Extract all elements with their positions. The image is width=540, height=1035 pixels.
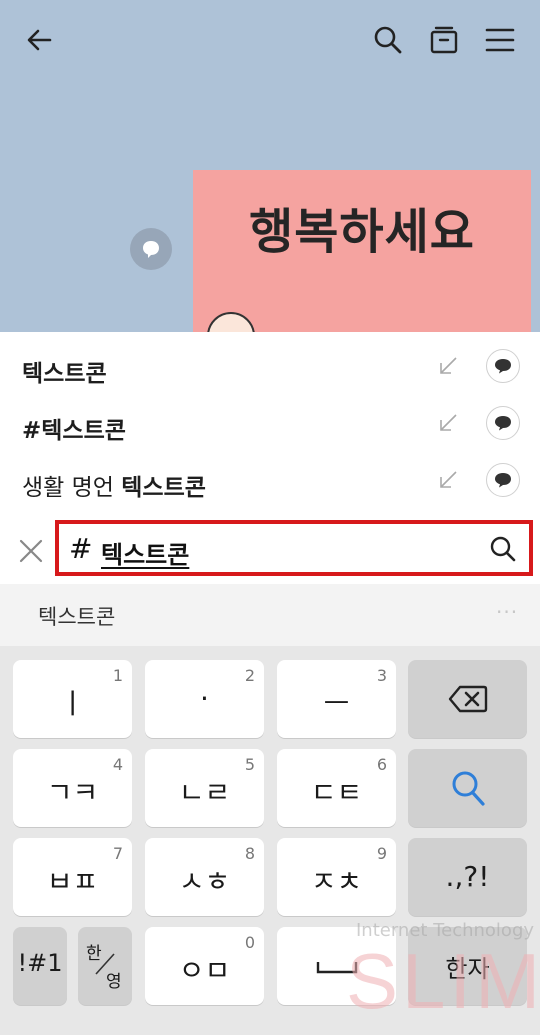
- insert-arrow-icon[interactable]: [436, 411, 460, 435]
- symbols-key[interactable]: !#1: [13, 927, 67, 1005]
- key-label: ·: [200, 682, 209, 715]
- result-label: #텍스트콘: [22, 418, 126, 444]
- key-digeut[interactable]: 6 ㄷㅌ: [277, 749, 396, 827]
- share-bubble-button[interactable]: [130, 228, 172, 270]
- key-label: 영: [106, 972, 122, 992]
- space-key[interactable]: [277, 927, 396, 1005]
- result-item[interactable]: 텍스트콘: [0, 340, 540, 396]
- back-arrow-icon[interactable]: [24, 24, 56, 56]
- search-icon[interactable]: [372, 24, 404, 56]
- speech-bubble-icon: [495, 416, 511, 431]
- speech-bubble-icon: [495, 359, 511, 374]
- key-giyeok[interactable]: 4 ㄱㅋ: [13, 749, 132, 827]
- speech-bubble-icon: [495, 473, 511, 488]
- key-siot[interactable]: 8 ㅅㅎ: [145, 838, 264, 916]
- key-bieup[interactable]: 7 ㅂㅍ: [13, 838, 132, 916]
- key-label: 한자: [445, 955, 490, 983]
- result-label: 생활 명언 텍스트콘: [22, 475, 206, 501]
- search-icon[interactable]: [489, 535, 517, 563]
- search-results: 텍스트콘 #텍스트콘 생활 명언 텍스트콘: [0, 332, 540, 522]
- preview-chat-button[interactable]: [486, 463, 520, 497]
- key-label: ㅂㅍ: [46, 865, 99, 898]
- key-i[interactable]: 1 ㅣ: [13, 660, 132, 738]
- emoticon-text: 행복하세요: [249, 204, 475, 260]
- hanja-key[interactable]: 한자: [408, 927, 527, 1005]
- keyboard: 1 ㅣ 2 · 3 ㅡ 4 ㄱㅋ 5 ㄴㄹ 6 ㄷㅌ 7 ㅂㅍ 8 ㅅㅎ 9 ㅈ…: [0, 646, 540, 1035]
- emoticon-search-bar: # 텍스트콘: [0, 518, 540, 584]
- key-label: .,?!: [445, 860, 490, 893]
- preview-chat-button[interactable]: [486, 349, 520, 383]
- emoticon-character: [207, 312, 255, 332]
- key-label: ㅇㅁ: [178, 954, 231, 987]
- space-icon: [316, 962, 358, 974]
- key-eu[interactable]: 3 ㅡ: [277, 660, 396, 738]
- key-jieut[interactable]: 9 ㅈㅊ: [277, 838, 396, 916]
- punctuation-key[interactable]: .,?!: [408, 838, 527, 916]
- suggestion-bar: 텍스트콘 ···: [0, 584, 540, 646]
- search-query: 텍스트콘: [101, 541, 190, 569]
- key-label: ㄴㄹ: [178, 776, 231, 809]
- more-icon[interactable]: ···: [496, 600, 518, 624]
- suggestion-word[interactable]: 텍스트콘: [38, 601, 115, 631]
- backspace-icon: [448, 685, 488, 713]
- menu-icon[interactable]: [484, 24, 516, 56]
- key-label: ㅈㅊ: [310, 865, 363, 898]
- language-switch-key[interactable]: 한 영: [78, 927, 132, 1005]
- key-ieung[interactable]: 0 ㅇㅁ: [145, 927, 264, 1005]
- key-label: !#1: [17, 949, 63, 977]
- insert-arrow-icon[interactable]: [436, 468, 460, 492]
- key-label: ㅣ: [59, 687, 86, 720]
- search-input[interactable]: # 텍스트콘: [55, 520, 533, 576]
- hashtag-prefix: #: [69, 532, 93, 565]
- search-icon: [452, 771, 485, 806]
- result-item[interactable]: #텍스트콘: [0, 397, 540, 453]
- result-item[interactable]: 생활 명언 텍스트콘: [0, 454, 540, 510]
- insert-arrow-icon[interactable]: [436, 354, 460, 378]
- preview-chat-button[interactable]: [486, 406, 520, 440]
- key-label: ㅅㅎ: [178, 865, 231, 898]
- key-label: ㅡ: [323, 687, 350, 720]
- key-label: ㄱㅋ: [46, 776, 99, 809]
- key-nieun[interactable]: 5 ㄴㄹ: [145, 749, 264, 827]
- drawer-icon[interactable]: [428, 24, 460, 56]
- speech-bubble-icon: [143, 241, 159, 258]
- result-label: 텍스트콘: [22, 361, 107, 387]
- backspace-key[interactable]: [408, 660, 527, 738]
- key-dot[interactable]: 2 ·: [145, 660, 264, 738]
- key-label: ㄷㅌ: [310, 776, 363, 809]
- search-key[interactable]: [408, 749, 527, 827]
- emoticon-message[interactable]: 행복하세요: [193, 170, 531, 332]
- close-icon[interactable]: [16, 536, 46, 566]
